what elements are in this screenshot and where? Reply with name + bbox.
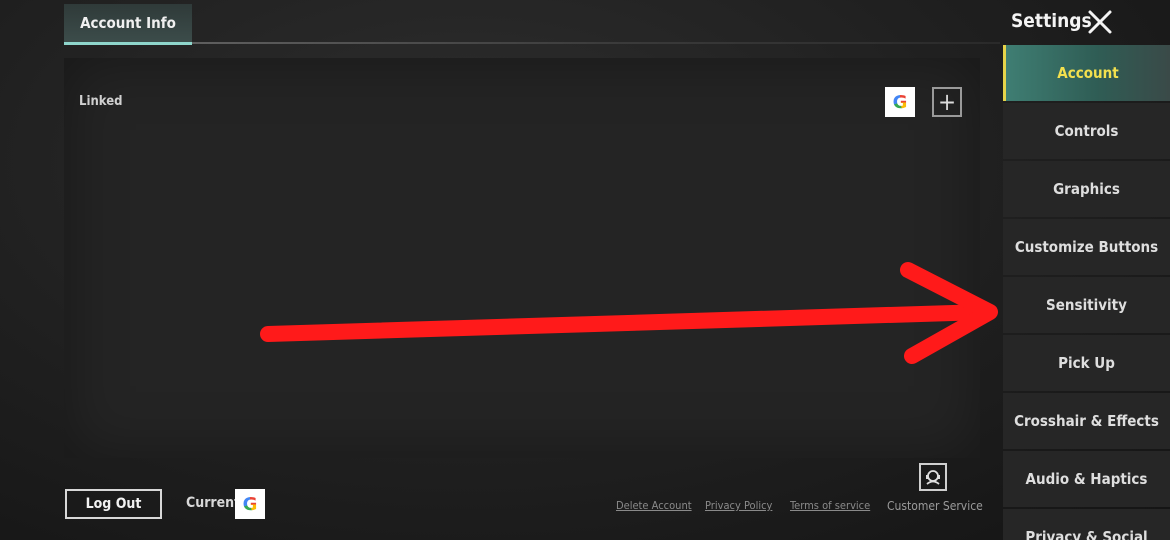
sidebar-item-audio-haptics[interactable]: Audio & Haptics: [1003, 451, 1170, 507]
sidebar-item-pick-up[interactable]: Pick Up: [1003, 335, 1170, 391]
close-button[interactable]: [1086, 8, 1114, 36]
tab-divider: [64, 42, 1000, 44]
sidebar-item-account[interactable]: Account: [1003, 45, 1170, 101]
sidebar-item-crosshair-effects[interactable]: Crosshair & Effects: [1003, 393, 1170, 449]
logout-button[interactable]: Log Out: [65, 489, 162, 519]
sidebar-item-sensitivity[interactable]: Sensitivity: [1003, 277, 1170, 333]
sidebar-item-graphics[interactable]: Graphics: [1003, 161, 1170, 217]
close-icon: [1088, 10, 1112, 34]
linked-accounts-panel: Linked G +: [64, 58, 980, 458]
settings-screen: Account Info Linked G + Settings Account…: [0, 0, 1170, 540]
settings-sidebar: Account Controls Graphics Customize Butt…: [1003, 45, 1170, 540]
sidebar-item-controls[interactable]: Controls: [1003, 103, 1170, 159]
google-glyph: G: [892, 91, 908, 113]
current-account-label: Current: [186, 495, 241, 511]
settings-title: Settings: [1011, 10, 1092, 32]
tab-bar: Account Info: [0, 0, 1000, 46]
customer-service-button[interactable]: [919, 463, 947, 491]
terms-of-service-link[interactable]: Terms of service: [790, 499, 870, 512]
google-icon: G: [235, 489, 265, 519]
plus-icon: +: [937, 88, 957, 116]
sidebar-item-customize-buttons[interactable]: Customize Buttons: [1003, 219, 1170, 275]
sidebar-item-privacy-social[interactable]: Privacy & Social: [1003, 509, 1170, 540]
tab-account-info[interactable]: Account Info: [64, 4, 192, 45]
linked-label: Linked: [79, 94, 123, 109]
customer-service-label: Customer Service: [887, 499, 983, 513]
headset-icon: [926, 470, 940, 485]
google-glyph: G: [242, 493, 258, 515]
privacy-policy-link[interactable]: Privacy Policy: [705, 499, 772, 512]
add-account-button[interactable]: +: [932, 87, 962, 117]
delete-account-link[interactable]: Delete Account: [616, 499, 692, 512]
google-icon[interactable]: G: [885, 87, 915, 117]
